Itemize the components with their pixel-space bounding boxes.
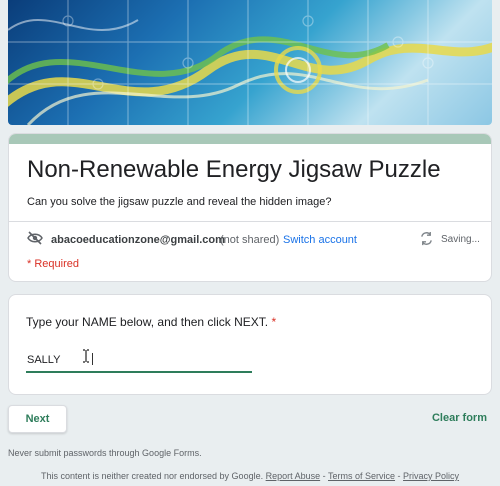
form-description: Can you solve the jigsaw puzzle and reve…: [27, 196, 332, 208]
account-email: abacoeducationzone@gmail.com: [51, 234, 225, 246]
eye-off-icon: [27, 231, 43, 248]
form-header-card: Non-Renewable Energy Jigsaw Puzzle Can y…: [8, 133, 492, 282]
footer-separator: -: [320, 471, 328, 481]
switch-account-link[interactable]: Switch account: [283, 234, 357, 246]
form-title: Non-Renewable Energy Jigsaw Puzzle: [27, 156, 441, 183]
sharing-status: (not shared): [220, 234, 280, 246]
required-asterisk: *: [271, 315, 277, 329]
next-button[interactable]: Next: [8, 405, 67, 433]
terms-of-service-link[interactable]: Terms of Service: [328, 471, 395, 481]
footer: This content is neither created nor endo…: [0, 471, 500, 481]
text-cursor-icon: [82, 349, 90, 368]
privacy-policy-link[interactable]: Privacy Policy: [403, 471, 459, 481]
sync-icon: [419, 231, 434, 249]
name-input[interactable]: [26, 348, 252, 373]
text-caret: [92, 353, 93, 365]
required-note: * Required: [27, 258, 79, 270]
footer-separator: -: [395, 471, 404, 481]
header-banner-image: [8, 0, 492, 125]
save-status: Saving...: [441, 234, 480, 245]
question-card: Type your NAME below, and then click NEX…: [8, 294, 492, 395]
theme-accent-bar: [9, 134, 491, 144]
footer-disclaimer: This content is neither created nor endo…: [40, 471, 264, 481]
question-label: Type your NAME below, and then click NEX…: [26, 315, 276, 329]
divider: [9, 221, 491, 222]
password-warning: Never submit passwords through Google Fo…: [8, 448, 202, 458]
report-abuse-link[interactable]: Report Abuse: [266, 471, 321, 481]
question-text: Type your NAME below, and then click NEX…: [26, 315, 269, 329]
clear-form-button[interactable]: Clear form: [432, 412, 487, 424]
account-row: abacoeducationzone@gmail.com (not shared…: [27, 230, 480, 250]
